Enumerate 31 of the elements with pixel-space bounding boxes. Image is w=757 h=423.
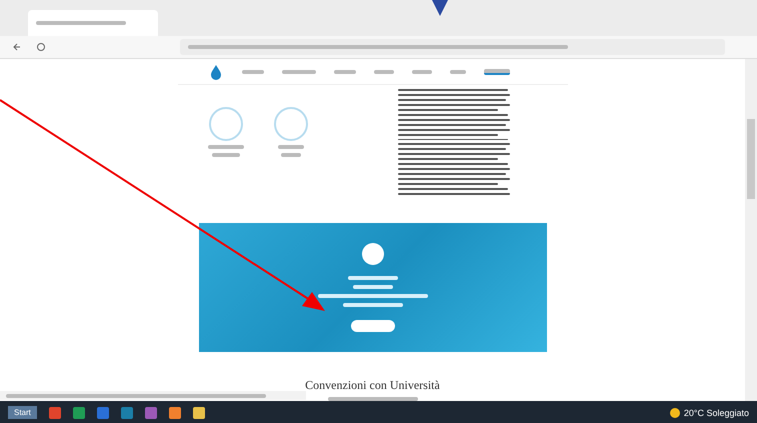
circle-icon	[208, 107, 242, 141]
blurred-text	[278, 145, 304, 149]
taskbar-app-icon[interactable]	[168, 406, 181, 418]
nav-item[interactable]	[282, 70, 316, 74]
nav-item[interactable]	[242, 70, 264, 74]
taskbar-app-icon[interactable]	[72, 406, 85, 418]
blurred-text	[342, 303, 402, 308]
blurred-text	[280, 153, 300, 157]
taskbar-app-icon[interactable]	[192, 406, 205, 418]
scrollbar[interactable]	[745, 59, 757, 401]
blurred-text	[352, 285, 392, 290]
back-icon[interactable]	[12, 42, 22, 52]
browser-tab[interactable]	[28, 10, 158, 36]
start-button[interactable]: Start	[8, 406, 37, 419]
reload-icon[interactable]	[36, 42, 46, 52]
nav-item-underlined[interactable]	[484, 68, 510, 74]
circle-icon	[274, 107, 308, 141]
nav-item[interactable]	[374, 70, 394, 74]
nav-item[interactable]	[450, 70, 466, 74]
banner-button[interactable]	[350, 320, 394, 332]
section-heading: Convenzioni con Università	[305, 378, 440, 394]
blurred-text	[208, 145, 244, 149]
taskbar-app-icon[interactable]	[48, 406, 61, 418]
book-icon	[362, 243, 384, 266]
sun-icon	[670, 408, 680, 418]
weather-text: 20°C Soleggiato	[684, 408, 749, 418]
nav-item[interactable]	[412, 70, 432, 74]
down-arrow-icon	[432, 0, 448, 16]
blurred-text	[212, 153, 240, 157]
nav-item[interactable]	[334, 70, 356, 74]
blurred-text	[348, 276, 398, 280]
